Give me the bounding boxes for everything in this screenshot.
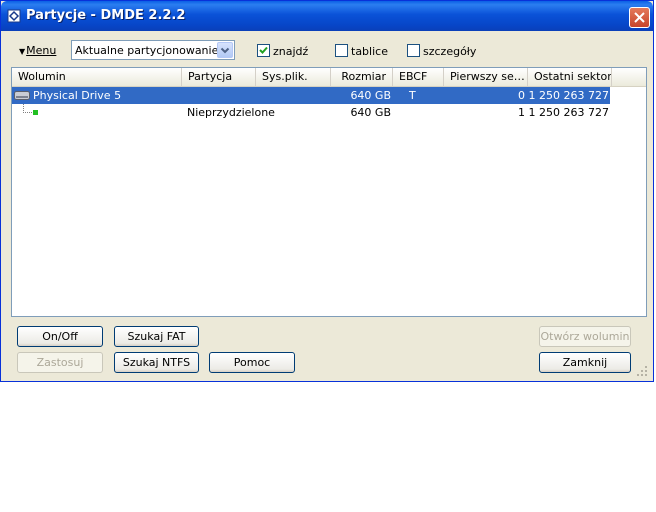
button-label: Szukaj FAT (127, 330, 186, 343)
menu-label: Menu (26, 44, 57, 57)
close-icon (634, 12, 645, 23)
menu-arrow-icon: ▼ (19, 47, 26, 56)
column-header-partition[interactable]: Partycja (182, 68, 256, 86)
partitions-dialog: Partycje - DMDE 2.2.2 ▼Menu Aktualne par… (0, 0, 654, 382)
dropdown-button[interactable] (217, 42, 233, 58)
ebcf-cell: T (409, 89, 416, 102)
first-sector-cell: 1 (518, 106, 525, 119)
tables-checkbox[interactable]: tablice (335, 44, 388, 58)
chevron-down-icon (220, 47, 230, 54)
button-label: Zastosuj (36, 356, 84, 369)
tree-connector-icon (23, 104, 38, 115)
open-volume-button[interactable]: Otwórz wolumin (539, 326, 631, 347)
partitions-list[interactable]: Wolumin Partycja Sys.plik. Rozmiar EBCF … (11, 67, 647, 317)
checkbox-box (407, 44, 420, 57)
button-label: On/Off (42, 330, 78, 343)
first-sector-cell: 0 (518, 89, 525, 102)
table-row[interactable]: Physical Drive 5 640 GB T 0 1 250 263 72… (12, 87, 646, 104)
last-sector-cell: 1 250 263 727 (528, 106, 609, 119)
search-fat-button[interactable]: Szukaj FAT (114, 326, 199, 347)
disk-drive-icon (14, 91, 30, 100)
select-value: Aktualne partycjonowanie (75, 44, 219, 57)
title-bar[interactable]: Partycje - DMDE 2.2.2 (1, 1, 653, 31)
size-cell: 640 GB (350, 89, 391, 102)
resize-grip-icon[interactable] (636, 365, 648, 377)
help-button[interactable]: Pomoc (209, 352, 295, 373)
search-ntfs-button[interactable]: Szukaj NTFS (114, 352, 199, 373)
window-title: Partycje - DMDE 2.2.2 (26, 8, 186, 23)
find-checkbox[interactable]: znajdź (257, 44, 308, 58)
column-header-volume[interactable]: Wolumin (12, 68, 182, 86)
list-header: Wolumin Partycja Sys.plik. Rozmiar EBCF … (12, 68, 646, 87)
checkbox-label: znajdź (273, 45, 309, 58)
checkbox-label: szczegóły (423, 45, 477, 58)
close-window-button[interactable] (629, 7, 650, 28)
size-cell: 640 GB (350, 106, 391, 119)
checkmark-icon (259, 46, 268, 54)
column-header-first-sector[interactable]: Pierwszy se… (444, 68, 528, 86)
checkbox-label: tablice (351, 45, 388, 58)
column-header-ebcf[interactable]: EBCF (393, 68, 444, 86)
app-icon (7, 9, 21, 23)
table-row[interactable]: Nieprzydzielone 640 GB 1 1 250 263 727 (12, 104, 646, 121)
menu-button[interactable]: ▼Menu (19, 44, 56, 57)
on-off-button[interactable]: On/Off (17, 326, 103, 347)
close-button[interactable]: Zamknij (539, 352, 631, 373)
partition-cell: Nieprzydzielone (187, 106, 275, 119)
button-label: Otwórz wolumin (540, 330, 630, 343)
column-header-last-sector[interactable]: Ostatni sektor (528, 68, 612, 86)
column-header-filesystem[interactable]: Sys.plik. (256, 68, 331, 86)
volume-name: Physical Drive 5 (33, 89, 122, 102)
partitioning-view-select[interactable]: Aktualne partycjonowanie (71, 40, 235, 60)
checkbox-box (335, 44, 348, 57)
apply-button[interactable]: Zastosuj (17, 352, 103, 373)
button-label: Szukaj NTFS (122, 356, 191, 369)
button-label: Pomoc (233, 356, 271, 369)
details-checkbox[interactable]: szczegóły (407, 44, 476, 58)
checkbox-box (257, 44, 270, 57)
button-label: Zamknij (562, 356, 608, 369)
column-header-size[interactable]: Rozmiar (331, 68, 393, 86)
last-sector-cell: 1 250 263 727 (528, 89, 609, 102)
